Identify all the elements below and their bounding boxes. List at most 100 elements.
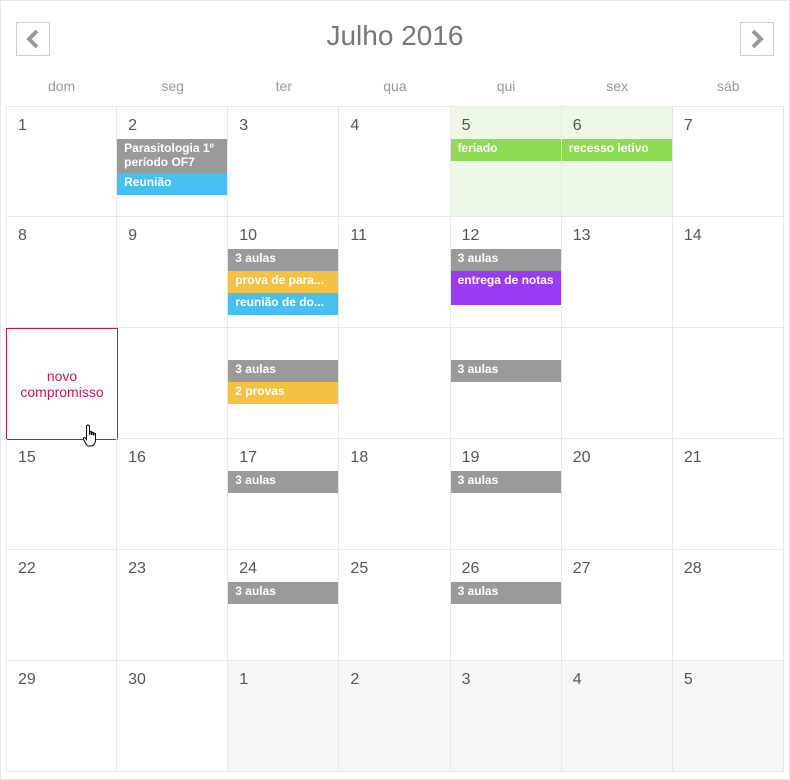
day-cell[interactable]: 23 bbox=[117, 550, 229, 661]
day-number: 27 bbox=[572, 560, 591, 577]
day-number: 28 bbox=[683, 560, 702, 577]
day-number: 2 bbox=[128, 117, 138, 134]
calendar-event[interactable]: 2 provas bbox=[228, 382, 339, 404]
day-number: 14 bbox=[683, 227, 702, 244]
day-cell[interactable] bbox=[339, 328, 451, 439]
day-cell[interactable]: 28 bbox=[672, 550, 784, 661]
calendar-event[interactable]: prova de para... bbox=[228, 271, 339, 293]
day-cell[interactable]: 1 bbox=[6, 106, 118, 217]
weekday-label: qui bbox=[496, 78, 516, 94]
day-cell[interactable]: 5 feriado bbox=[450, 106, 562, 217]
day-cell[interactable]: 3 aulas bbox=[450, 328, 562, 439]
day-cell[interactable]: 1 bbox=[228, 661, 340, 772]
day-number: 15 bbox=[18, 449, 36, 466]
day-number: 25 bbox=[350, 560, 369, 577]
calendar-event[interactable]: 3 aulas bbox=[450, 360, 561, 382]
weekday-header-row: dom seg ter qua qui sex sáb bbox=[6, 78, 784, 106]
day-number: 17 bbox=[239, 449, 258, 466]
day-cell[interactable]: 4 bbox=[561, 661, 673, 772]
day-number: 30 bbox=[128, 671, 146, 688]
day-cell[interactable]: 25 bbox=[339, 550, 451, 661]
calendar-grid: novo compromisso 1 2 Parasitologia 1º perí… bbox=[6, 106, 784, 772]
day-cell[interactable]: 12 3 aulas entrega de notas bbox=[450, 217, 562, 328]
day-cell[interactable]: 7 bbox=[672, 106, 784, 217]
calendar-event[interactable]: 3 aulas bbox=[228, 471, 339, 493]
day-number: 29 bbox=[18, 671, 36, 688]
day-number: 19 bbox=[461, 449, 480, 466]
day-cell[interactable]: 29 bbox=[6, 661, 118, 772]
day-cell[interactable]: 10 3 aulas prova de para... reunião de do..… bbox=[228, 217, 340, 328]
day-number: 5 bbox=[683, 671, 693, 688]
day-cell[interactable]: 5 bbox=[672, 661, 784, 772]
day-number: 12 bbox=[461, 227, 480, 244]
weekday-label: qua bbox=[383, 78, 407, 94]
calendar-event[interactable]: Reunião bbox=[117, 173, 228, 195]
day-cell[interactable]: 4 bbox=[339, 106, 451, 217]
new-appointment-cell[interactable]: novo compromisso bbox=[6, 328, 118, 440]
day-number: 21 bbox=[683, 449, 702, 466]
day-number: 23 bbox=[128, 560, 146, 577]
day-cell[interactable]: 3 bbox=[228, 106, 340, 217]
hand-pointer-icon bbox=[82, 424, 96, 447]
calendar-event[interactable]: Parasitologia 1º período OF7 bbox=[117, 139, 228, 173]
day-cell[interactable]: 17 3 aulas bbox=[228, 439, 340, 550]
day-cell[interactable] bbox=[561, 328, 673, 439]
day-cell[interactable]: 30 bbox=[117, 661, 229, 772]
calendar-event[interactable]: feriado bbox=[450, 139, 561, 161]
day-number: 1 bbox=[18, 117, 27, 134]
day-cell[interactable]: 9 bbox=[117, 217, 229, 328]
day-number: 8 bbox=[18, 227, 27, 244]
next-month-button[interactable] bbox=[740, 22, 774, 56]
day-cell[interactable] bbox=[117, 328, 229, 439]
day-cell[interactable] bbox=[672, 328, 784, 439]
day-cell[interactable]: 22 bbox=[6, 550, 118, 661]
weekday-label: seg bbox=[161, 78, 184, 94]
day-number: 13 bbox=[572, 227, 591, 244]
calendar-event[interactable]: 3 aulas bbox=[228, 249, 339, 271]
calendar-event[interactable]: entrega de notas bbox=[450, 271, 561, 305]
day-number: 7 bbox=[683, 117, 693, 134]
day-number: 4 bbox=[350, 117, 360, 134]
calendar-event[interactable]: 3 aulas bbox=[450, 582, 561, 604]
day-number: 10 bbox=[239, 227, 258, 244]
day-number: 22 bbox=[18, 560, 36, 577]
day-cell[interactable]: 2 Parasitologia 1º período OF7 Reunião bbox=[117, 106, 229, 217]
day-cell[interactable]: 26 3 aulas bbox=[450, 550, 562, 661]
day-cell[interactable]: 18 bbox=[339, 439, 451, 550]
day-cell[interactable]: 27 bbox=[561, 550, 673, 661]
day-cell[interactable]: 20 bbox=[561, 439, 673, 550]
day-cell[interactable]: 15 bbox=[6, 439, 118, 550]
day-number: 4 bbox=[572, 671, 582, 688]
day-number: 5 bbox=[461, 117, 471, 134]
weekday-label: ter bbox=[275, 78, 292, 94]
day-cell[interactable]: 13 bbox=[561, 217, 673, 328]
calendar-event[interactable]: 3 aulas bbox=[450, 471, 561, 493]
day-cell[interactable]: 19 3 aulas bbox=[450, 439, 562, 550]
calendar-event[interactable]: 3 aulas bbox=[228, 582, 339, 604]
calendar-event[interactable]: 3 aulas bbox=[228, 360, 339, 382]
day-number: 6 bbox=[572, 117, 582, 134]
day-cell[interactable]: 21 bbox=[672, 439, 784, 550]
day-number: 9 bbox=[128, 227, 138, 244]
day-number: 16 bbox=[128, 449, 146, 466]
calendar-event[interactable]: reunião de do... bbox=[228, 293, 339, 315]
calendar-event[interactable]: recesso letivo bbox=[561, 139, 672, 161]
weekday-label: sex bbox=[606, 78, 629, 94]
day-cell[interactable]: 11 bbox=[339, 217, 451, 328]
day-cell[interactable]: 3 bbox=[450, 661, 562, 772]
day-cell[interactable]: 14 bbox=[672, 217, 784, 328]
day-cell[interactable]: 16 bbox=[117, 439, 229, 550]
day-number: 20 bbox=[572, 449, 591, 466]
weekday-label: sáb bbox=[717, 78, 740, 94]
day-number: 3 bbox=[461, 671, 471, 688]
month-title: Julho 2016 bbox=[326, 20, 464, 51]
new-appointment-label: novo compromisso bbox=[20, 368, 104, 400]
calendar-event[interactable]: 3 aulas bbox=[450, 249, 561, 271]
day-number: 18 bbox=[350, 449, 369, 466]
day-cell[interactable]: 24 3 aulas bbox=[228, 550, 340, 661]
day-cell[interactable]: 8 bbox=[6, 217, 118, 328]
day-cell[interactable]: 2 bbox=[339, 661, 451, 772]
day-cell[interactable]: 6 recesso letivo bbox=[561, 106, 673, 217]
calendar-header: Julho 2016 bbox=[0, 0, 790, 78]
day-cell[interactable]: 3 aulas 2 provas bbox=[228, 328, 340, 439]
